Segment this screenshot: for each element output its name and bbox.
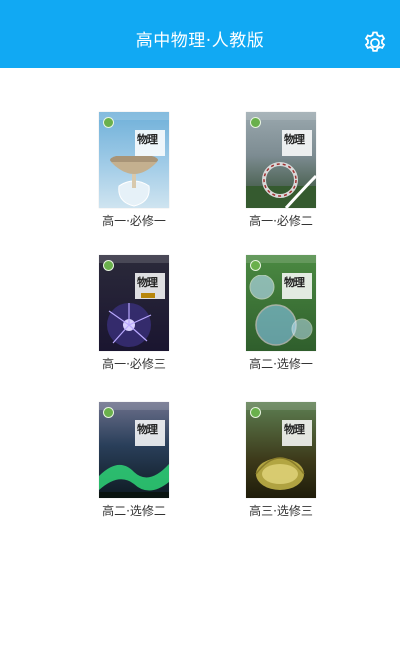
book-cover: 物理 xyxy=(246,112,316,208)
cover-title: 物理 xyxy=(284,133,305,146)
book-label: 高一·必修二 xyxy=(249,214,313,228)
cover-title: 物理 xyxy=(137,276,158,289)
book-cover: 物理 xyxy=(246,255,316,351)
book-label: 高三·选修三 xyxy=(249,504,313,518)
cover-title: 物理 xyxy=(137,423,158,436)
publisher-logo-icon xyxy=(250,407,261,418)
cover-title: 物理 xyxy=(137,133,158,146)
book-cover: 物理 xyxy=(99,255,169,351)
hourglass-image xyxy=(99,154,169,208)
gear-icon xyxy=(364,31,386,52)
book-cover: 物理 xyxy=(99,402,169,498)
plasma-ball-image xyxy=(99,299,169,351)
book-item-2[interactable]: 物理 高一·必修二 xyxy=(238,112,324,229)
book-label: 高一·必修一 xyxy=(102,214,166,228)
book-label: 高二·选修一 xyxy=(249,357,313,371)
publisher-logo-icon xyxy=(103,407,114,418)
aurora-image xyxy=(99,446,169,498)
book-label: 高二·选修二 xyxy=(102,504,166,518)
book-item-3[interactable]: 物理 高一·必修三 xyxy=(91,255,177,372)
book-label: 高一·必修三 xyxy=(102,357,166,371)
publisher-logo-icon xyxy=(103,117,114,128)
settings-button[interactable] xyxy=(362,30,388,56)
book-item-6[interactable]: 物理 高三·选修三 xyxy=(238,402,324,519)
lens-image xyxy=(246,446,316,498)
book-item-1[interactable]: 物理 高一·必修一 xyxy=(91,112,177,229)
book-item-5[interactable]: 物理 高二·选修二 xyxy=(91,402,177,519)
publisher-logo-icon xyxy=(250,260,261,271)
publisher-logo-icon xyxy=(103,260,114,271)
book-cover: 物理 xyxy=(99,112,169,208)
app-root: 高中物理·人教版 物理 高一·必修一 物理 高一·必修二 物理 高一·必修三 物… xyxy=(0,0,400,661)
publisher-logo-icon xyxy=(250,117,261,128)
app-header: 高中物理·人教版 xyxy=(0,0,400,68)
roller-coaster-image xyxy=(246,156,316,208)
page-title: 高中物理·人教版 xyxy=(135,31,265,51)
book-cover: 物理 xyxy=(246,402,316,498)
soap-bubbles-image xyxy=(246,274,316,351)
book-item-4[interactable]: 物理 高二·选修一 xyxy=(238,255,324,372)
cover-title: 物理 xyxy=(284,423,305,436)
